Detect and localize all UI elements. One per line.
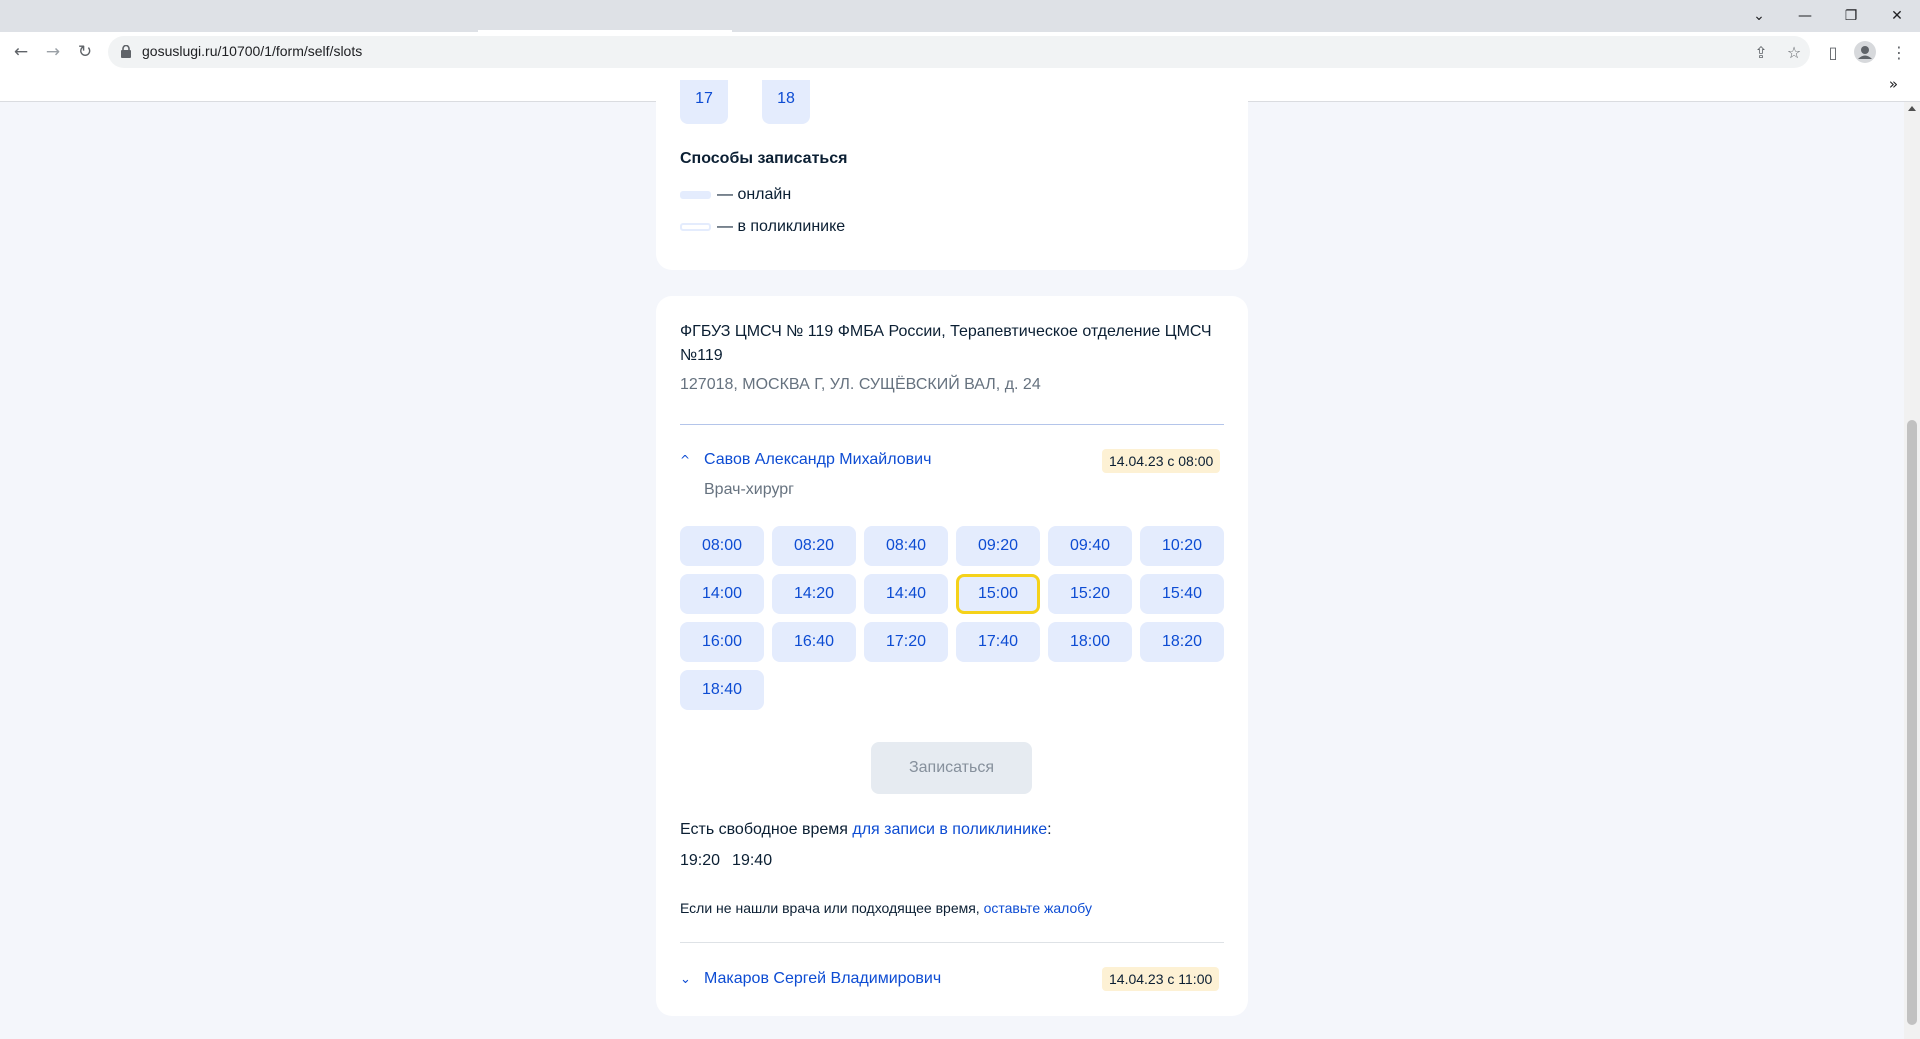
url-text[interactable]: gosuslugi.ru/10700/1/form/self/slots [142,43,362,59]
doctor-toggle-makarov[interactable]: ⌄ Макаров Сергей Владимирович [680,970,941,988]
time-slot[interactable]: 16:00 [680,622,764,662]
free-time-suffix: : [1047,821,1052,838]
free-time-notice: Есть свободное время для записи в поликл… [680,821,1052,839]
clinic-booking-link[interactable]: для записи в поликлинике [852,821,1047,838]
time-slot[interactable]: 16:40 [772,622,856,662]
side-panel-icon[interactable]: ▯ [1821,40,1845,64]
legend-online: — онлайн [680,186,791,204]
divider [680,424,1224,425]
chevron-down-icon: ⌄ [680,971,691,987]
time-slot[interactable]: 18:00 [1048,622,1132,662]
time-slot[interactable]: 14:40 [864,574,948,614]
divider [680,942,1224,943]
bookmark-star-icon[interactable]: ☆ [1782,40,1806,64]
tab-search-icon[interactable]: ⌄ [1736,0,1782,32]
bookmarks-overflow-icon[interactable]: » [1889,75,1898,93]
doctor-toggle-savov[interactable]: ^ Савов Александр Михайлович [680,451,931,469]
share-icon[interactable]: ⇪ [1749,40,1773,64]
calendar-day-chip[interactable]: 17 [680,80,728,124]
time-slot[interactable]: 14:00 [680,574,764,614]
time-slot[interactable]: 17:40 [956,622,1040,662]
legend-online-label: — онлайн [717,186,792,203]
reload-icon[interactable]: ↻ [71,38,99,66]
time-slot[interactable]: 08:00 [680,526,764,566]
browser-menu-icon[interactable]: ⋮ [1887,40,1911,64]
forward-icon[interactable]: → [39,38,67,66]
scrollbar-thumb[interactable] [1907,420,1917,1025]
clinic-time: 19:40 [732,852,773,869]
time-slot[interactable]: 15:20 [1048,574,1132,614]
time-slot[interactable]: 15:00 [956,574,1040,614]
legend-clinic: — в поликлинике [680,218,845,236]
clinic-swatch [680,223,711,231]
restore-icon[interactable]: ❐ [1828,0,1874,32]
calendar-day-chip[interactable]: 18 [762,80,810,124]
time-slot[interactable]: 17:20 [864,622,948,662]
time-slot[interactable]: 09:20 [956,526,1040,566]
close-icon[interactable]: ✕ [1874,0,1920,32]
time-slot[interactable]: 18:40 [680,670,764,710]
online-swatch [680,191,711,199]
browser-tab-strip [0,0,1920,32]
time-slot[interactable]: 10:20 [1140,526,1224,566]
minimize-icon[interactable]: — [1782,0,1828,32]
back-icon[interactable]: ← [7,38,35,66]
calendar-legend-card [656,80,1248,270]
time-slot[interactable]: 08:20 [772,526,856,566]
clinic-name: ФГБУЗ ЦМСЧ № 119 ФМБА России, Терапевтич… [680,323,1212,364]
legend-clinic-label: — в поликлинике [717,218,846,235]
clinic-address: 127018, МОСКВА Г, УЛ. СУЩЁВСКИЙ ВАЛ, д. … [680,376,1041,393]
time-slot[interactable]: 18:20 [1140,622,1224,662]
clinic-free-times: 19:20 19:40 [680,852,772,870]
address-bar[interactable] [108,36,1810,68]
profile-avatar-icon[interactable] [1853,40,1877,64]
time-slot[interactable]: 15:40 [1140,574,1224,614]
complaint-notice: Если не нашли врача или подходящее время… [680,900,1092,916]
doctor-name[interactable]: Савов Александр Михайлович [704,451,931,469]
time-slot[interactable]: 09:40 [1048,526,1132,566]
complaint-prefix: Если не нашли врача или подходящее время… [680,900,984,916]
time-slot[interactable]: 14:20 [772,574,856,614]
doctor-role: Врач-хирург [704,481,794,498]
clinic-time: 19:20 [680,852,721,869]
scroll-up-arrow-icon[interactable] [1908,106,1916,111]
complaint-link[interactable]: оставьте жалобу [984,900,1092,916]
free-time-prefix: Есть свободное время [680,821,853,838]
legend-title: Способы записаться [680,150,848,167]
lock-icon [121,45,131,58]
time-slot[interactable]: 08:40 [864,526,948,566]
nearest-slot-badge: 14.04.23 с 11:00 [1102,967,1220,991]
nearest-slot-badge: 14.04.23 с 08:00 [1102,449,1221,473]
doctor-name[interactable]: Макаров Сергей Владимирович [704,970,941,988]
submit-appointment-button[interactable]: Записаться [871,742,1032,794]
chevron-up-icon: ^ [680,453,691,467]
